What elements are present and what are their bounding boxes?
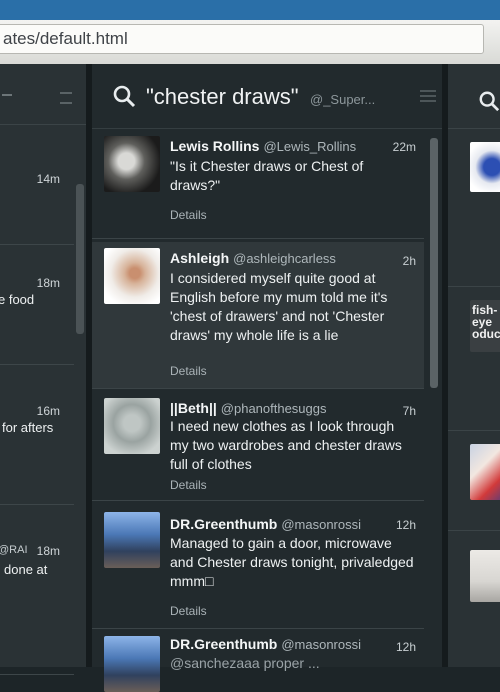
tweet-details-link[interactable]: Details [170, 364, 207, 378]
left-column-item[interactable]: 18m e food [0, 244, 74, 365]
author-name[interactable]: DR.Greenthumb [170, 516, 277, 532]
scrollbar-thumb[interactable] [430, 138, 438, 388]
column-account: @_Super... [310, 92, 376, 107]
avatar[interactable] [104, 512, 160, 568]
left-column-header [0, 64, 86, 125]
left-column-header-fragment [2, 94, 12, 96]
tweet-text-fragment: for afters [2, 420, 54, 435]
tweet-time[interactable]: 2h [403, 254, 416, 268]
tweet-text: I need new clothes as I look through my … [170, 418, 402, 472]
tweet-author[interactable]: Ashleigh @ashleighcarless [170, 250, 336, 266]
browser-address-bar: ates/default.html [0, 20, 500, 65]
author-handle[interactable]: @masonrossi [281, 637, 361, 652]
author-name[interactable]: Ashleigh [170, 250, 229, 266]
search-column: "chester draws" @_Super... Lewis Rollins… [92, 64, 442, 692]
tweet-time: 18m [36, 544, 60, 558]
author-handle[interactable]: @ashleighcarless [233, 251, 336, 266]
search-icon [113, 85, 136, 108]
column-title: "chester draws" [146, 84, 299, 109]
avatar[interactable] [104, 136, 160, 192]
author-name[interactable]: Lewis Rollins [170, 138, 259, 154]
avatar[interactable] [104, 398, 160, 454]
thumbnail-text: fish- eye oductio [472, 303, 500, 341]
author-handle[interactable]: @Lewis_Rollins [263, 139, 356, 154]
author-handle[interactable]: @masonrossi [281, 517, 361, 532]
tweet-text: Managed to gain a door, microwave and Ch… [170, 535, 414, 589]
divider [448, 430, 500, 431]
tweet[interactable]: DR.Greenthumb @masonrossi 12h Managed to … [92, 504, 424, 629]
left-column: 14m 18m e food 16m for afters @RAI 18m d… [0, 64, 86, 675]
avatar[interactable] [470, 444, 500, 500]
url-field[interactable]: ates/default.html [0, 24, 484, 54]
tweet-time: 14m [36, 172, 60, 186]
tweet-author[interactable]: DR.Greenthumb @masonrossi [170, 516, 361, 532]
tweet-text-fragment: e food [0, 292, 35, 307]
right-column: fish- eye oductio [448, 64, 500, 667]
tweet-author[interactable]: DR.Greenthumb @masonrossi [170, 636, 361, 652]
tweet-time[interactable]: 12h [396, 518, 416, 532]
column-options-icon[interactable] [420, 90, 436, 102]
tweet-details-link[interactable]: Details [170, 604, 207, 618]
left-column-item[interactable]: @RAI 18m done at [0, 504, 74, 675]
divider [448, 530, 500, 531]
menu-icon[interactable] [60, 92, 72, 104]
column-header: "chester draws" @_Super... [92, 64, 442, 129]
divider [448, 128, 500, 129]
avatar[interactable] [104, 248, 160, 304]
tweet[interactable]: ||Beth|| @phanofthesuggs 7h I need new cl… [92, 392, 424, 501]
tweet-author[interactable]: Lewis Rollins @Lewis_Rollins [170, 138, 356, 154]
divider [448, 286, 500, 287]
author-handle[interactable]: @phanofthesuggs [221, 401, 327, 416]
tweet-time[interactable]: 7h [403, 404, 416, 418]
avatar[interactable] [470, 550, 500, 602]
tweet-details-link[interactable]: Details [170, 208, 207, 222]
author-name[interactable]: ||Beth|| [170, 400, 217, 416]
tweet-text: I considered myself quite good at Englis… [170, 270, 388, 343]
tweet-text: "Is it Chester draws or Chest of draws?" [170, 158, 364, 193]
tweet-details-link[interactable]: Details [170, 478, 207, 492]
tweet-text-fragment: done at [4, 562, 48, 577]
avatar[interactable] [470, 142, 500, 192]
search-icon [479, 91, 500, 112]
tweet-time[interactable]: 22m [393, 140, 416, 154]
tweet[interactable]: DR.Greenthumb @masonrossi 12h @sanchezaaa… [92, 628, 424, 692]
tweet[interactable]: Ashleigh @ashleighcarless 2h I considered… [92, 242, 424, 389]
tweet-time: 18m [36, 276, 60, 290]
tweet-time[interactable]: 12h [396, 640, 416, 654]
tweet-author[interactable]: ||Beth|| @phanofthesuggs [170, 400, 327, 416]
avatar[interactable] [104, 636, 160, 692]
left-column-item[interactable]: 16m for afters [0, 364, 74, 505]
left-column-item[interactable]: 14m [0, 124, 74, 245]
scrollbar-thumb[interactable] [76, 184, 84, 334]
tweet[interactable]: Lewis Rollins @Lewis_Rollins 22m "Is it C… [92, 128, 424, 239]
tweet-time: 16m [36, 404, 60, 418]
author-name[interactable]: DR.Greenthumb [170, 636, 277, 652]
tweet-text: @sanchezaaa proper ... [170, 655, 320, 671]
thumbnail[interactable]: fish- eye oductio [470, 300, 500, 352]
tweet-handle-fragment: @RAI [0, 544, 28, 556]
